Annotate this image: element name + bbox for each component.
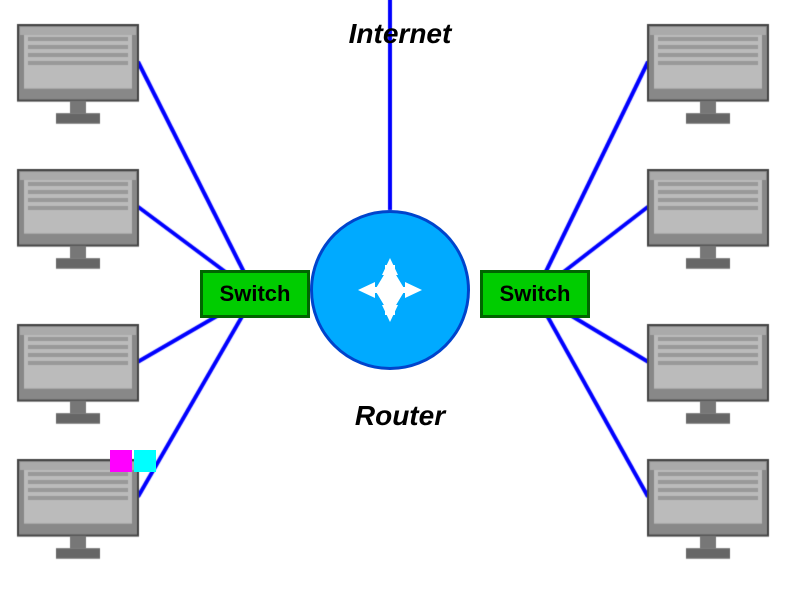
cyan-square <box>134 450 156 472</box>
magenta-square <box>110 450 132 472</box>
router-node <box>310 210 470 370</box>
switch-left: Switch <box>200 270 310 318</box>
network-diagram: Internet Switch Switch <box>0 0 800 600</box>
color-squares <box>110 450 156 472</box>
switch-left-label: Switch <box>220 281 291 307</box>
router-arrows-svg <box>320 220 460 360</box>
internet-label: Internet <box>349 18 452 50</box>
switch-right: Switch <box>480 270 590 318</box>
router-label: Router <box>355 400 445 432</box>
switch-right-label: Switch <box>500 281 571 307</box>
